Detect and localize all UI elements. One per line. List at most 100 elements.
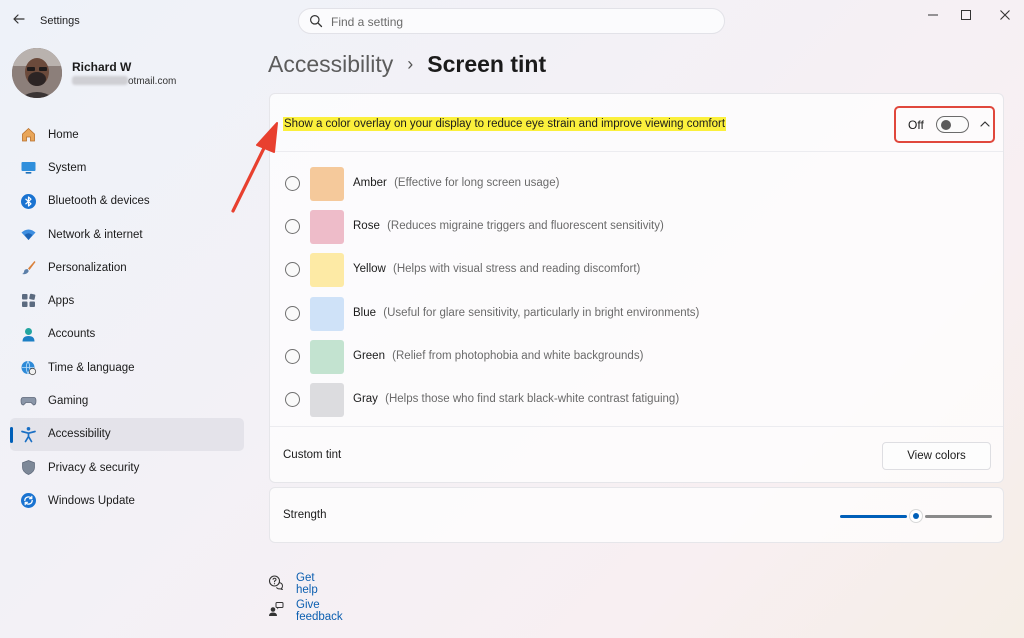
maximize-button[interactable] — [954, 6, 978, 24]
breadcrumb: Accessibility › Screen tint — [268, 48, 546, 80]
paintbrush-icon — [22, 261, 36, 275]
tint-options-list: Amber (Effective for long screen usage) … — [270, 162, 1003, 421]
close-icon — [1000, 10, 1010, 20]
sidebar-item-label: System — [48, 161, 87, 174]
home-icon — [22, 127, 35, 142]
tint-name: Yellow — [353, 263, 386, 276]
tint-option-gray[interactable]: Gray (Helps those who find stark black-w… — [270, 378, 1003, 421]
sidebar-item-accessibility[interactable]: Accessibility — [10, 417, 244, 451]
search-icon — [310, 15, 323, 28]
tint-option-green[interactable]: Green (Relief from photophobia and white… — [270, 335, 1003, 378]
tint-description: (Effective for long screen usage) — [394, 177, 560, 189]
green-swatch — [310, 339, 344, 374]
chevron-up-icon[interactable] — [978, 117, 992, 131]
tint-description: (Reduces migraine triggers and fluoresce… — [387, 220, 664, 233]
custom-tint-label: Custom tint — [283, 449, 342, 461]
blue-swatch — [310, 296, 344, 331]
email-suffix: otmail.com — [128, 76, 177, 87]
globe-clock-icon — [21, 360, 37, 376]
tint-option-text: Yellow (Helps with visual stress and rea… — [353, 263, 640, 275]
sidebar-item-bluetooth[interactable]: Bluetooth & devices — [10, 185, 244, 218]
back-button[interactable] — [8, 8, 30, 30]
sidebar-item-system[interactable]: System — [10, 151, 244, 184]
sidebar-item-network[interactable]: Network & internet — [10, 218, 244, 251]
sidebar-item-home[interactable]: Home — [10, 118, 244, 151]
gray-swatch — [310, 382, 344, 417]
annotation-highlight-box: Off — [894, 106, 995, 143]
rose-swatch — [310, 210, 344, 245]
radio-button[interactable] — [285, 219, 300, 235]
tint-name: Green — [353, 349, 385, 362]
title-bar: Settings — [0, 0, 1024, 42]
color-overlay-toggle[interactable] — [936, 116, 969, 133]
tint-option-text: Amber (Effective for long screen usage) — [353, 177, 559, 189]
app-title: Settings — [40, 15, 80, 27]
amber-swatch — [310, 167, 344, 201]
search-box[interactable] — [298, 8, 725, 34]
minimize-icon — [928, 14, 938, 16]
person-icon — [22, 327, 35, 342]
page-title: Screen tint — [427, 50, 547, 77]
sidebar-item-privacy[interactable]: Privacy & security — [10, 451, 244, 484]
radio-button[interactable] — [285, 176, 300, 191]
user-name: Richard W — [72, 60, 132, 74]
radio-button[interactable] — [285, 348, 300, 364]
color-overlay-row[interactable]: Show a color overlay on your display to … — [270, 94, 1003, 152]
breadcrumb-parent[interactable]: Accessibility — [268, 51, 393, 78]
bluetooth-icon — [21, 193, 36, 209]
yellow-swatch — [310, 253, 344, 288]
sidebar-item-label: Gaming — [48, 395, 89, 408]
screen-tint-card: Show a color overlay on your display to … — [269, 93, 1004, 483]
tint-option-blue[interactable]: Blue (Useful for glare sensitivity, part… — [270, 292, 1003, 335]
sidebar-item-accounts[interactable]: Accounts — [10, 318, 244, 351]
search-input[interactable] — [331, 13, 711, 30]
help-chat-icon — [268, 575, 284, 590]
sidebar-item-time[interactable]: Time & language — [10, 351, 244, 384]
sidebar-item-label: Accessibility — [48, 428, 111, 441]
tint-option-amber[interactable]: Amber (Effective for long screen usage) — [270, 162, 1003, 205]
tint-option-rose[interactable]: Rose (Reduces migraine triggers and fluo… — [270, 205, 1003, 248]
apps-icon — [22, 294, 36, 308]
sidebar-item-label: Bluetooth & devices — [48, 195, 150, 208]
sidebar-item-update[interactable]: Windows Update — [10, 484, 244, 517]
tint-name: Blue — [353, 306, 377, 319]
slider-thumb[interactable] — [909, 509, 923, 523]
strength-label: Strength — [283, 509, 327, 521]
radio-button[interactable] — [285, 262, 300, 278]
sidebar-item-label: Home — [48, 128, 79, 141]
tint-description: (Helps with visual stress and reading di… — [393, 263, 641, 276]
sidebar-item-label: Windows Update — [48, 494, 135, 507]
accessibility-icon — [21, 426, 36, 443]
sidebar-item-label: Accounts — [48, 328, 96, 341]
chevron-right-icon: › — [407, 53, 414, 74]
feedback-icon — [269, 602, 284, 616]
wifi-icon — [21, 229, 36, 240]
sidebar-item-label: Personalization — [48, 261, 127, 274]
tint-option-text: Gray (Helps those who find stark black-w… — [353, 393, 679, 405]
tint-description: (Relief from photophobia and white backg… — [392, 349, 644, 362]
tint-name: Amber — [353, 177, 387, 189]
sidebar-item-label: Time & language — [48, 361, 135, 374]
strength-slider[interactable] — [840, 508, 992, 524]
avatar[interactable] — [12, 48, 62, 98]
radio-button[interactable] — [285, 391, 300, 407]
sidebar-item-apps[interactable]: Apps — [10, 284, 244, 317]
user-photo-icon — [12, 48, 62, 98]
give-feedback-label: Give feedback — [296, 598, 343, 623]
radio-button[interactable] — [285, 305, 300, 321]
maximize-icon — [961, 10, 971, 20]
tint-name: Gray — [353, 392, 378, 405]
custom-tint-row: Custom tint View colors — [270, 426, 1003, 482]
sidebar-item-label: Apps — [48, 295, 75, 308]
minimize-button[interactable] — [921, 6, 945, 24]
sidebar-item-personalization[interactable]: Personalization — [10, 251, 244, 284]
tint-option-yellow[interactable]: Yellow (Helps with visual stress and rea… — [270, 248, 1003, 291]
tint-option-text: Green (Relief from photophobia and white… — [353, 350, 643, 362]
toggle-state-label: Off — [908, 118, 924, 132]
user-email: otmail.com — [72, 76, 176, 87]
sidebar-item-gaming[interactable]: Gaming — [10, 384, 244, 417]
tint-option-text: Rose (Reduces migraine triggers and fluo… — [353, 220, 664, 232]
redacted-email-prefix — [72, 76, 128, 85]
view-colors-button[interactable]: View colors — [882, 442, 991, 470]
close-button[interactable] — [993, 6, 1017, 24]
